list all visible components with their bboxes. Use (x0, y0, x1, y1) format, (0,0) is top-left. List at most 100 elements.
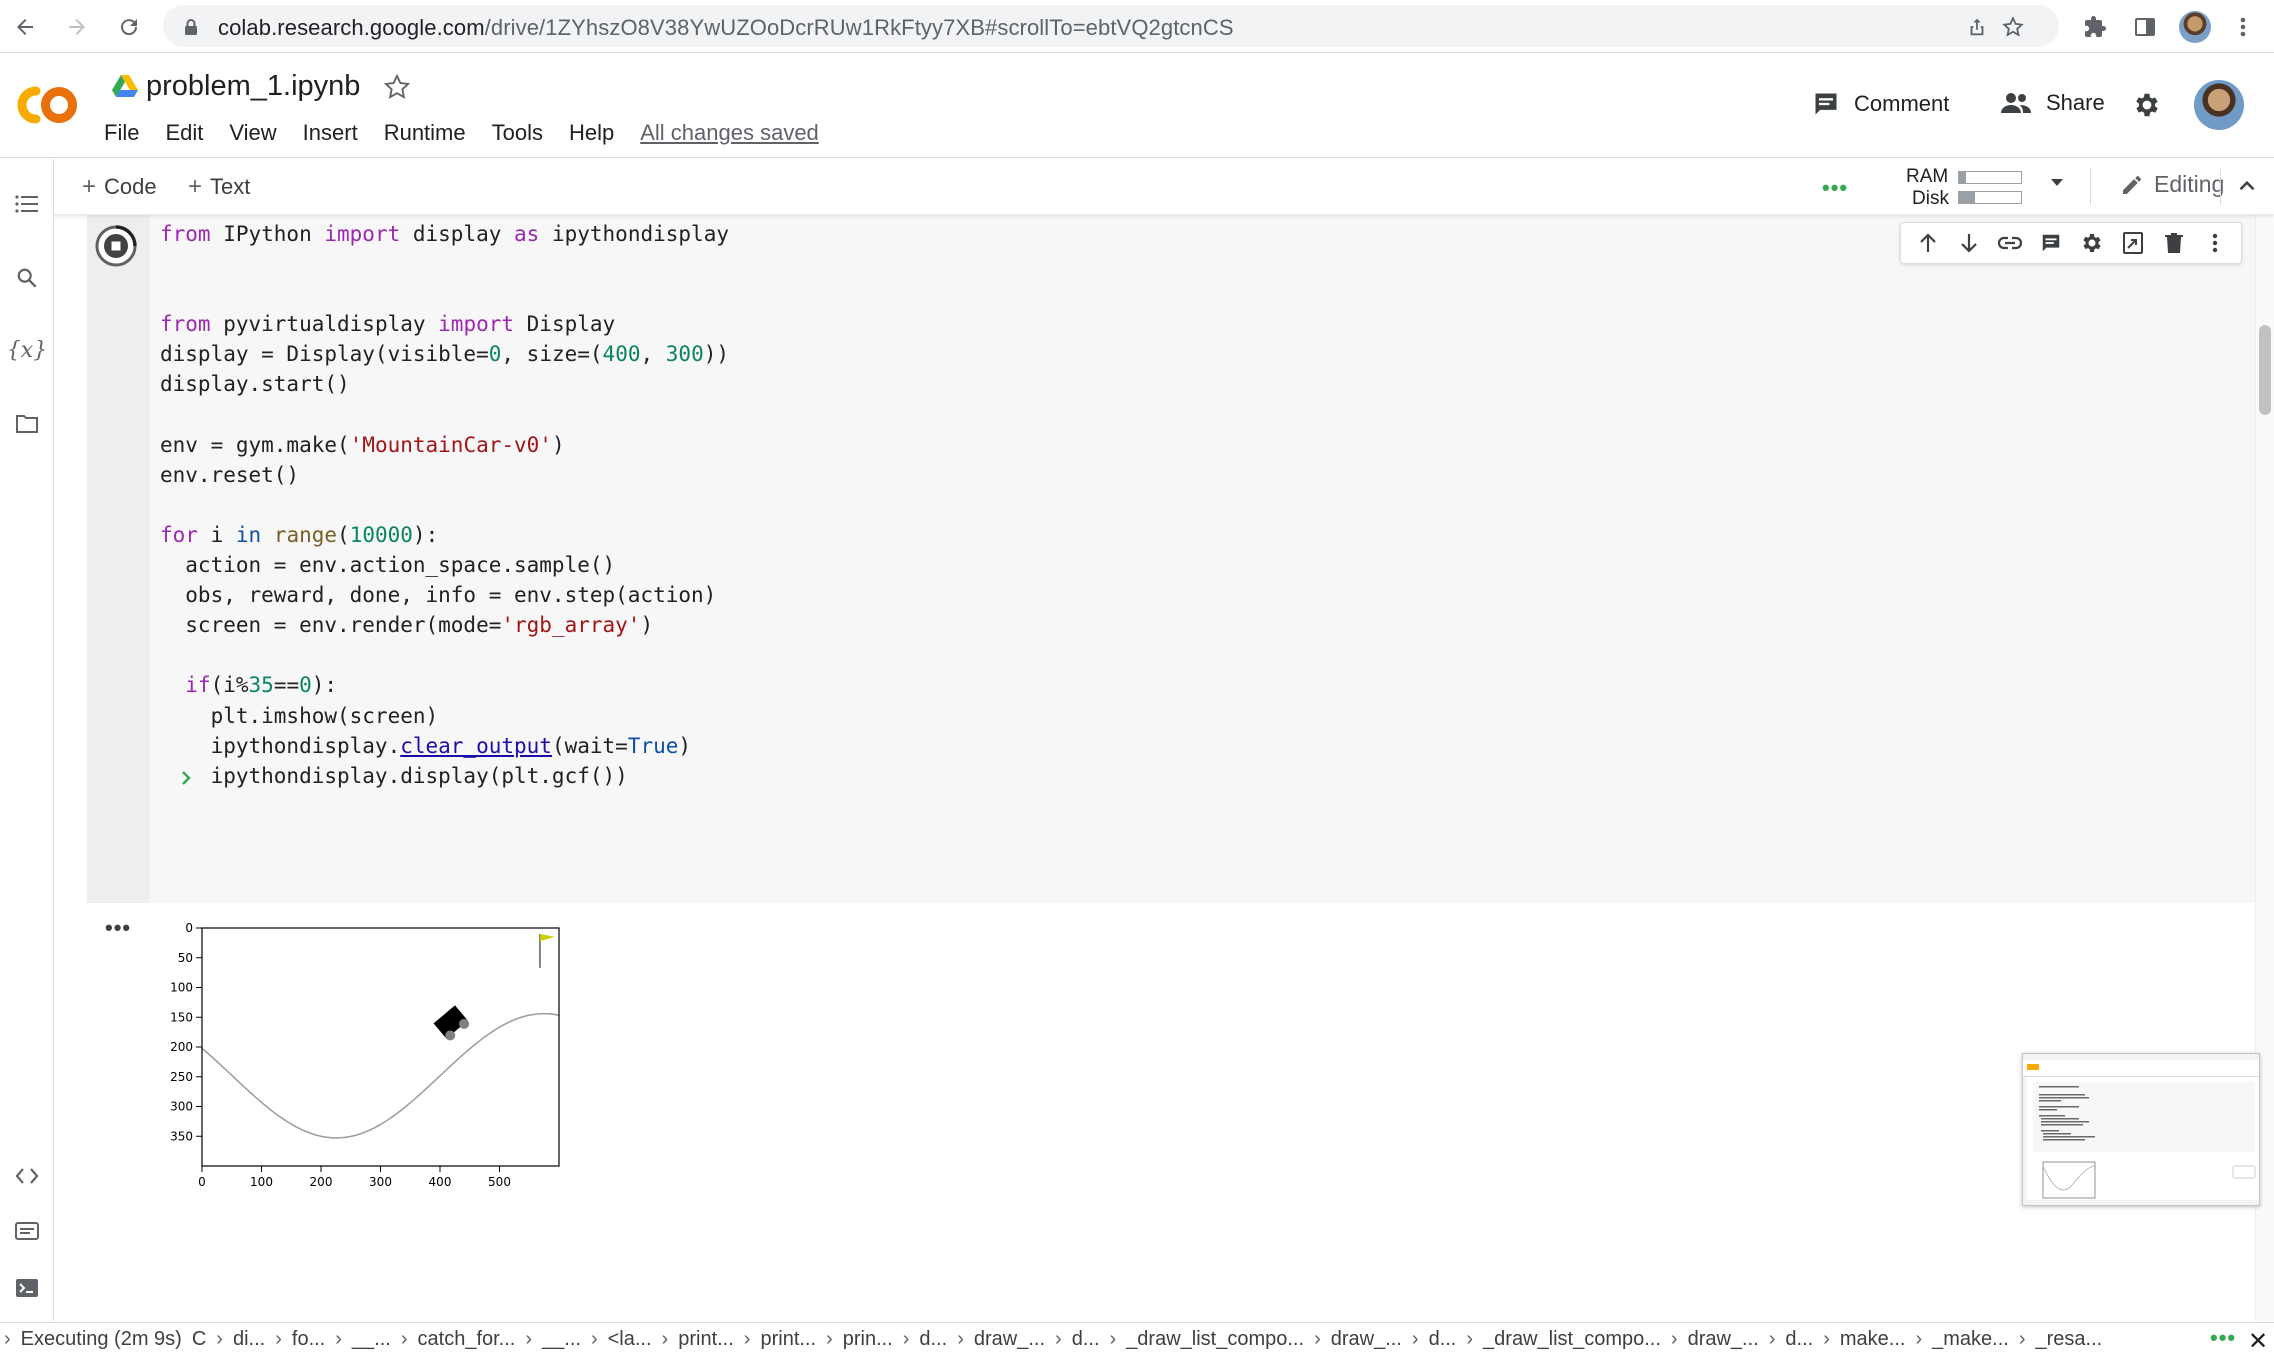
menu-edit[interactable]: Edit (165, 120, 203, 146)
stack-frame-crumb[interactable]: <la... (608, 1328, 652, 1350)
add-text-button[interactable]: + Text (188, 173, 250, 201)
menu-tools[interactable]: Tools (492, 120, 543, 146)
status-expand-icon[interactable]: › (4, 1328, 11, 1351)
stack-frame-crumb[interactable]: __... (542, 1328, 581, 1350)
side-panel-icon[interactable] (2128, 10, 2162, 44)
extensions-icon[interactable] (2078, 10, 2112, 44)
breadcrumb-chevron-icon: › (525, 1328, 533, 1350)
forward-icon[interactable] (60, 10, 94, 44)
menu-file[interactable]: File (104, 120, 139, 146)
stop-execution-button[interactable] (95, 225, 137, 267)
stack-frame-crumb[interactable]: _resa... (2036, 1328, 2103, 1350)
code-cell[interactable]: from IPython import display as ipythondi… (87, 215, 2255, 903)
address-bar[interactable]: colab.research.google.com/drive/1ZYhszO8… (163, 5, 2059, 47)
account-avatar[interactable] (2194, 80, 2244, 130)
code-editor[interactable]: from IPython import display as ipythondi… (160, 219, 729, 791)
breadcrumb-chevron-icon: › (1915, 1328, 1923, 1350)
delete-cell-icon[interactable] (2159, 228, 2189, 258)
close-status-icon[interactable]: ✕ (2248, 1327, 2268, 1356)
output-actions-button[interactable]: ••• (105, 915, 131, 941)
y-tick-label: 150 (170, 1010, 193, 1024)
browser-toolbar: colab.research.google.com/drive/1ZYhszO8… (0, 0, 2274, 53)
code-snippets-icon[interactable] (10, 1159, 44, 1193)
stack-frame-crumb[interactable]: catch_for... (418, 1328, 516, 1350)
x-tick-label: 100 (250, 1175, 273, 1189)
search-icon[interactable] (10, 261, 44, 295)
drive-icon[interactable] (112, 75, 138, 98)
y-tick-label: 50 (178, 951, 193, 965)
mirror-cell-icon[interactable] (2118, 228, 2148, 258)
folder-icon[interactable] (10, 407, 44, 441)
stack-frame-crumb[interactable]: d... (1072, 1328, 1100, 1350)
variables-icon[interactable]: {x} (7, 333, 47, 367)
profile-avatar[interactable] (2178, 10, 2212, 44)
stack-frame-crumb[interactable]: _draw_list_compo... (1126, 1328, 1304, 1350)
stack-frame-crumb[interactable]: draw_... (974, 1328, 1045, 1350)
stack-frame-crumb[interactable]: prin... (843, 1328, 893, 1350)
stack-frame-crumb[interactable]: draw_... (1688, 1328, 1759, 1350)
save-status-link[interactable]: All changes saved (640, 120, 819, 146)
editing-label: Editing (2154, 171, 2225, 197)
move-cell-up-icon[interactable] (1913, 228, 1943, 258)
ram-usage-bar (1958, 171, 2022, 184)
notebook-title[interactable]: problem_1.ipynb (146, 70, 360, 103)
menu-help[interactable]: Help (569, 120, 614, 146)
add-code-label: Code (104, 174, 157, 199)
link-icon[interactable] (1995, 228, 2025, 258)
stack-frame-crumb[interactable]: d... (1785, 1328, 1813, 1350)
resources-dropdown-icon[interactable] (2048, 173, 2066, 191)
stack-frame-crumb[interactable]: di... (233, 1328, 265, 1350)
table-of-contents-icon[interactable] (10, 187, 44, 221)
cell-settings-gear-icon[interactable] (2077, 228, 2107, 258)
output-plot: 0 100 200 300 400 500 0 50 100 150 200 250 300 350 (148, 917, 608, 1292)
menu-view[interactable]: View (229, 120, 276, 146)
plus-icon: + (82, 173, 97, 200)
colab-logo[interactable] (14, 80, 80, 130)
ram-label: RAM (1906, 166, 1949, 187)
screen-share-preview[interactable] (2022, 1053, 2260, 1206)
y-tick-label: 250 (170, 1070, 193, 1084)
stack-frame-crumb[interactable]: __... (352, 1328, 391, 1350)
add-comment-icon[interactable] (2036, 228, 2066, 258)
share-page-icon[interactable] (1963, 13, 1991, 41)
stack-frame-crumb[interactable]: make... (1840, 1328, 1906, 1350)
editing-mode-button[interactable]: Editing (2120, 171, 2224, 198)
collapse-header-icon[interactable] (2234, 173, 2260, 199)
menu-insert[interactable]: Insert (303, 120, 358, 146)
command-palette-icon[interactable] (10, 1214, 44, 1248)
stack-frame-crumb[interactable]: draw_... (1331, 1328, 1402, 1350)
back-icon[interactable] (8, 10, 42, 44)
breadcrumb-chevron-icon: › (1411, 1328, 1419, 1350)
scrollbar-thumb[interactable] (2259, 325, 2271, 415)
executing-status[interactable]: Executing (2m 9s) (21, 1328, 182, 1351)
star-icon[interactable] (383, 73, 411, 101)
reload-icon[interactable] (112, 10, 146, 44)
stack-frame-crumb[interactable]: print... (678, 1328, 734, 1350)
breadcrumb-chevron-icon: › (957, 1328, 964, 1350)
comment-button[interactable]: Comment (1812, 90, 1949, 118)
add-code-button[interactable]: + Code (82, 173, 157, 201)
settings-button[interactable] (2132, 90, 2162, 120)
stack-frame-crumb[interactable]: d... (1429, 1328, 1457, 1350)
mountain-car-plot: 0 100 200 300 400 500 0 50 100 150 200 250 300 350 (170, 921, 560, 1189)
resources-monitor[interactable]: RAM Disk (1822, 163, 2022, 209)
more-actions-icon[interactable] (2200, 228, 2230, 258)
terminal-icon[interactable] (10, 1271, 44, 1305)
move-cell-down-icon[interactable] (1954, 228, 1984, 258)
stack-frame-crumb[interactable]: _make... (1932, 1328, 2009, 1350)
notebook-content: from IPython import display as ipythondi… (55, 215, 2255, 1321)
stack-frame-crumb[interactable]: d... (919, 1328, 947, 1350)
bookmark-star-icon[interactable] (1999, 13, 2027, 41)
lock-icon[interactable] (177, 13, 205, 41)
add-text-label: Text (210, 174, 251, 199)
stack-frame-crumb[interactable]: fo... (292, 1328, 325, 1350)
cell-toolbar (1900, 222, 2242, 264)
stack-frame-crumb[interactable]: C (192, 1328, 206, 1350)
stack-frame-crumb[interactable]: print... (760, 1328, 816, 1350)
toolbar-divider (2220, 169, 2221, 205)
browser-menu-icon[interactable] (2226, 10, 2260, 44)
toolbar-divider (2090, 169, 2091, 205)
menu-runtime[interactable]: Runtime (384, 120, 466, 146)
share-button[interactable]: Share (2000, 90, 2105, 116)
stack-frame-crumb[interactable]: _draw_list_compo... (1483, 1328, 1661, 1350)
